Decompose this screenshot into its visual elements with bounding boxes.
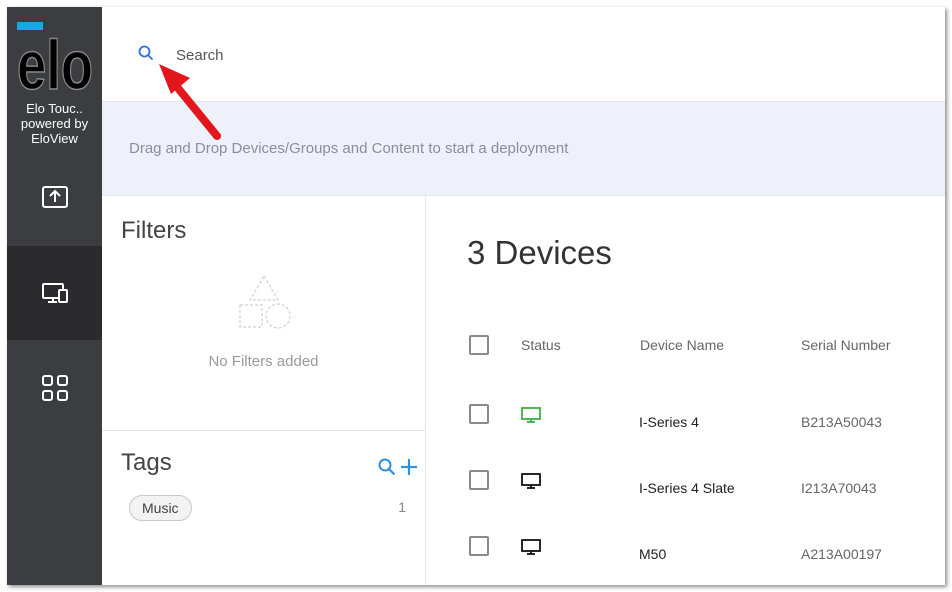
search-input[interactable] (176, 43, 576, 67)
row-checkbox[interactable] (469, 470, 489, 490)
app-window: elo Elo Touc.. powered by EloView Search… (7, 7, 945, 585)
svg-text:elo: elo (17, 26, 93, 97)
filters-tags-panel: Filters No Filters added Tags Music 1 (102, 196, 426, 585)
annotation-arrow-icon (159, 64, 221, 140)
tag-count: 1 (398, 499, 406, 515)
devices-panel: 3 Devices Status Device Name Serial Numb… (426, 196, 945, 585)
row-checkbox[interactable] (469, 536, 489, 556)
device-name[interactable]: I-Series 4 Slate (639, 480, 735, 496)
add-tag-icon[interactable] (400, 458, 418, 476)
device-serial: I213A70043 (801, 480, 877, 496)
column-header-status[interactable]: Status (521, 337, 561, 353)
tag-chip[interactable]: Music (129, 495, 192, 521)
column-header-device-name[interactable]: Device Name (640, 337, 724, 353)
tags-title: Tags (121, 449, 172, 476)
org-name-line: powered by (20, 116, 89, 131)
column-header-serial-number[interactable]: Serial Number (801, 337, 890, 353)
tags-search-icon[interactable] (378, 458, 396, 476)
upload-screen-icon (41, 186, 68, 208)
monitor-online-icon (521, 407, 541, 423)
filters-title: Filters (121, 217, 187, 244)
nav-item-devices[interactable] (7, 246, 102, 340)
select-all-checkbox[interactable] (469, 335, 489, 355)
filters-empty-message: No Filters added (208, 353, 319, 370)
elo-logo: elo (16, 22, 94, 97)
devices-icon (41, 283, 68, 303)
org-name: Elo Touc.. powered by EloView (7, 101, 102, 146)
search-icon[interactable] (138, 45, 154, 61)
device-serial: B213A50043 (801, 414, 882, 430)
search-bar (102, 7, 945, 101)
device-name[interactable]: M50 (639, 546, 666, 562)
deployment-drop-zone[interactable]: Drag and Drop Devices/Groups and Content… (102, 101, 945, 196)
shapes-placeholder-icon (239, 274, 291, 329)
org-name-line: EloView (31, 131, 78, 146)
org-name-line: Elo Touc.. (26, 101, 83, 116)
nav-item-deployments[interactable] (7, 151, 102, 245)
apps-grid-icon (41, 375, 68, 401)
devices-count-title: 3 Devices (467, 234, 612, 271)
sidebar: elo Elo Touc.. powered by EloView (7, 7, 102, 585)
nav-item-apps[interactable] (7, 341, 102, 435)
monitor-offline-icon (521, 539, 541, 555)
device-serial: A213A00197 (801, 546, 882, 562)
monitor-offline-icon (521, 473, 541, 489)
row-checkbox[interactable] (469, 404, 489, 424)
divider (102, 430, 425, 431)
device-name[interactable]: I-Series 4 (639, 414, 699, 430)
